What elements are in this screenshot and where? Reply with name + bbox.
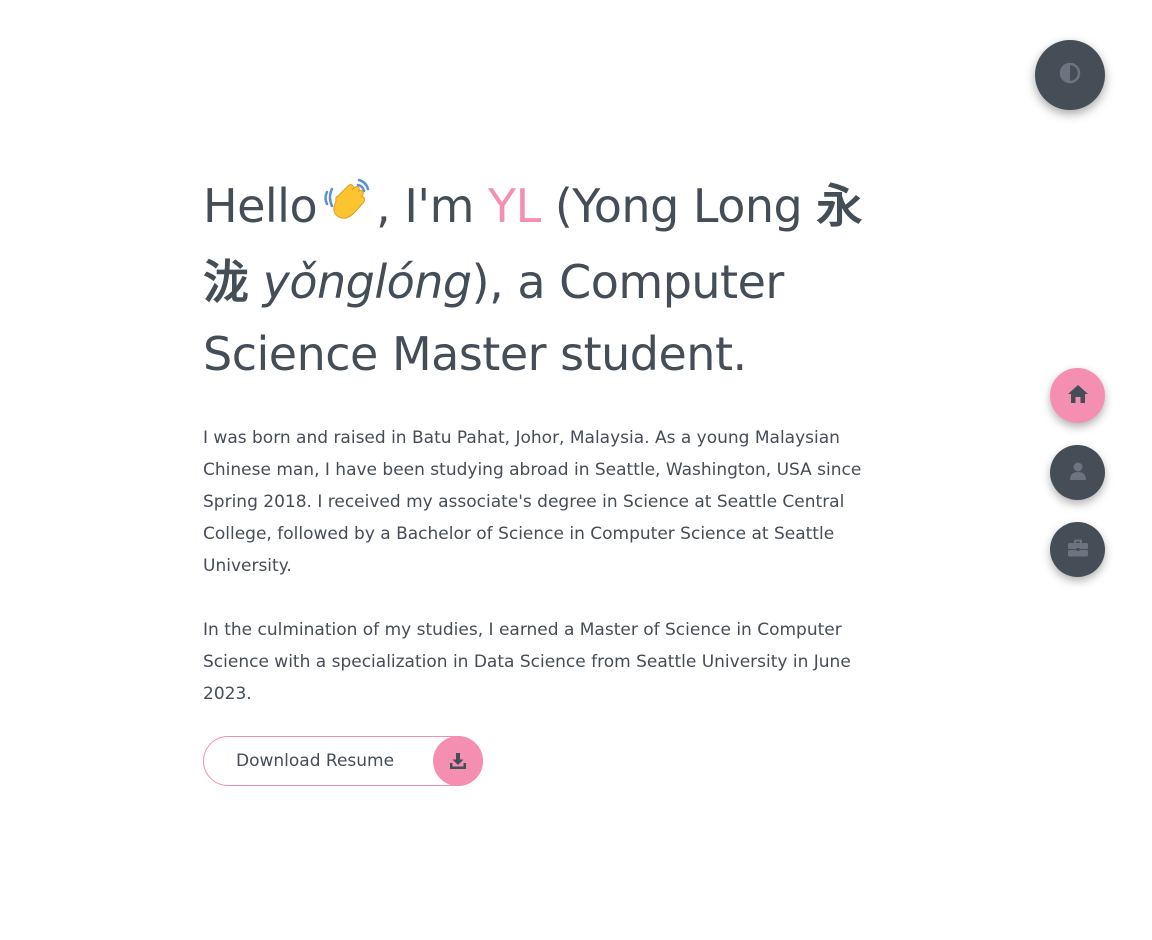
user-icon bbox=[1068, 461, 1088, 485]
nav-about-button[interactable] bbox=[1050, 445, 1105, 500]
theme-toggle-button[interactable] bbox=[1035, 40, 1105, 110]
greeting-text: Hello bbox=[203, 179, 318, 233]
side-navigation bbox=[1050, 368, 1105, 599]
intro-section: Hello , I'm YL (Yong Long 永泷 yǒnglóng), … bbox=[203, 170, 883, 786]
waving-hand-icon bbox=[321, 174, 373, 246]
download-resume-label: Download Resume bbox=[236, 751, 395, 771]
briefcase-icon bbox=[1067, 538, 1089, 562]
nav-home-button[interactable] bbox=[1050, 368, 1105, 423]
bio-paragraph-2: In the culmination of my studies, I earn… bbox=[203, 620, 851, 704]
pinyin-name: yǒnglóng bbox=[262, 255, 473, 309]
download-resume-button[interactable]: Download Resume bbox=[203, 736, 483, 786]
contrast-icon bbox=[1059, 62, 1081, 88]
home-icon bbox=[1067, 384, 1089, 408]
intro-connector: , I'm bbox=[376, 179, 488, 233]
name-open-text: (Yong Long bbox=[540, 179, 817, 233]
download-icon bbox=[433, 736, 483, 786]
nickname-highlight: YL bbox=[488, 179, 541, 233]
intro-headline: Hello , I'm YL (Yong Long 永泷 yǒnglóng), … bbox=[203, 170, 883, 390]
bio-paragraph-1: I was born and raised in Batu Pahat, Joh… bbox=[203, 428, 862, 576]
nav-portfolio-button[interactable] bbox=[1050, 522, 1105, 577]
